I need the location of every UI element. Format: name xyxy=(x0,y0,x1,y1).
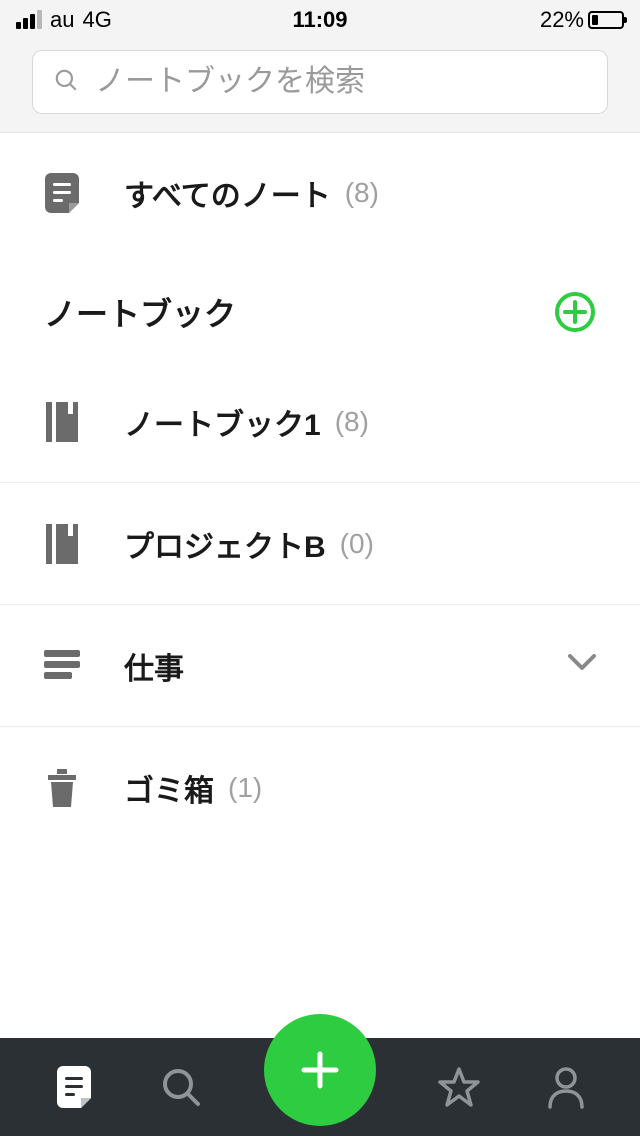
notebook-label: 仕事 xyxy=(124,644,184,688)
new-note-fab[interactable] xyxy=(264,1014,376,1126)
notebooks-section-header: ノートブック xyxy=(0,253,640,361)
notebook-label: ノートブック1 xyxy=(124,400,321,444)
search-box[interactable] xyxy=(32,50,608,114)
trash-row[interactable]: ゴミ箱 (1) xyxy=(0,727,640,849)
notebook-count: (0) xyxy=(340,528,374,560)
notebook-row[interactable]: ノートブック1 (8) xyxy=(0,361,640,483)
search-icon xyxy=(53,67,79,98)
tab-notes[interactable] xyxy=(49,1062,99,1112)
all-notes-label: すべてのノート xyxy=(124,171,331,215)
status-left: au 4G xyxy=(16,7,112,33)
notebook-label: プロジェクトB xyxy=(124,522,326,566)
trash-label: ゴミ箱 xyxy=(124,766,214,810)
notebook-stack-row[interactable]: 仕事 xyxy=(0,605,640,727)
search-input[interactable] xyxy=(95,65,587,99)
tab-search[interactable] xyxy=(156,1062,206,1112)
signal-icon xyxy=(16,11,42,29)
search-area xyxy=(0,40,640,133)
chevron-down-icon xyxy=(568,654,596,677)
battery-icon xyxy=(588,11,624,29)
stack-icon xyxy=(44,650,80,682)
tab-favorites[interactable] xyxy=(434,1062,484,1112)
notebook-row[interactable]: プロジェクトB (0) xyxy=(0,483,640,605)
note-icon xyxy=(44,173,80,213)
notebook-icon xyxy=(44,524,80,564)
status-right: 22% xyxy=(540,7,624,33)
trash-count: (1) xyxy=(228,772,262,804)
section-title: ノートブック xyxy=(44,289,236,335)
add-notebook-button[interactable] xyxy=(554,291,596,333)
all-notes-count: (8) xyxy=(345,177,379,209)
all-notes-row[interactable]: すべてのノート (8) xyxy=(0,133,640,253)
notebook-icon xyxy=(44,402,80,442)
notebook-count: (8) xyxy=(335,406,369,438)
content: すべてのノート (8) ノートブック ノートブック1 (8) xyxy=(0,133,640,849)
tab-bar xyxy=(0,1038,640,1136)
clock: 11:09 xyxy=(292,7,347,33)
trash-icon xyxy=(44,769,80,807)
network-label: 4G xyxy=(82,7,111,33)
status-bar: au 4G 11:09 22% xyxy=(0,0,640,40)
carrier-label: au xyxy=(50,7,74,33)
battery-pct: 22% xyxy=(540,7,584,33)
tab-account[interactable] xyxy=(541,1062,591,1112)
